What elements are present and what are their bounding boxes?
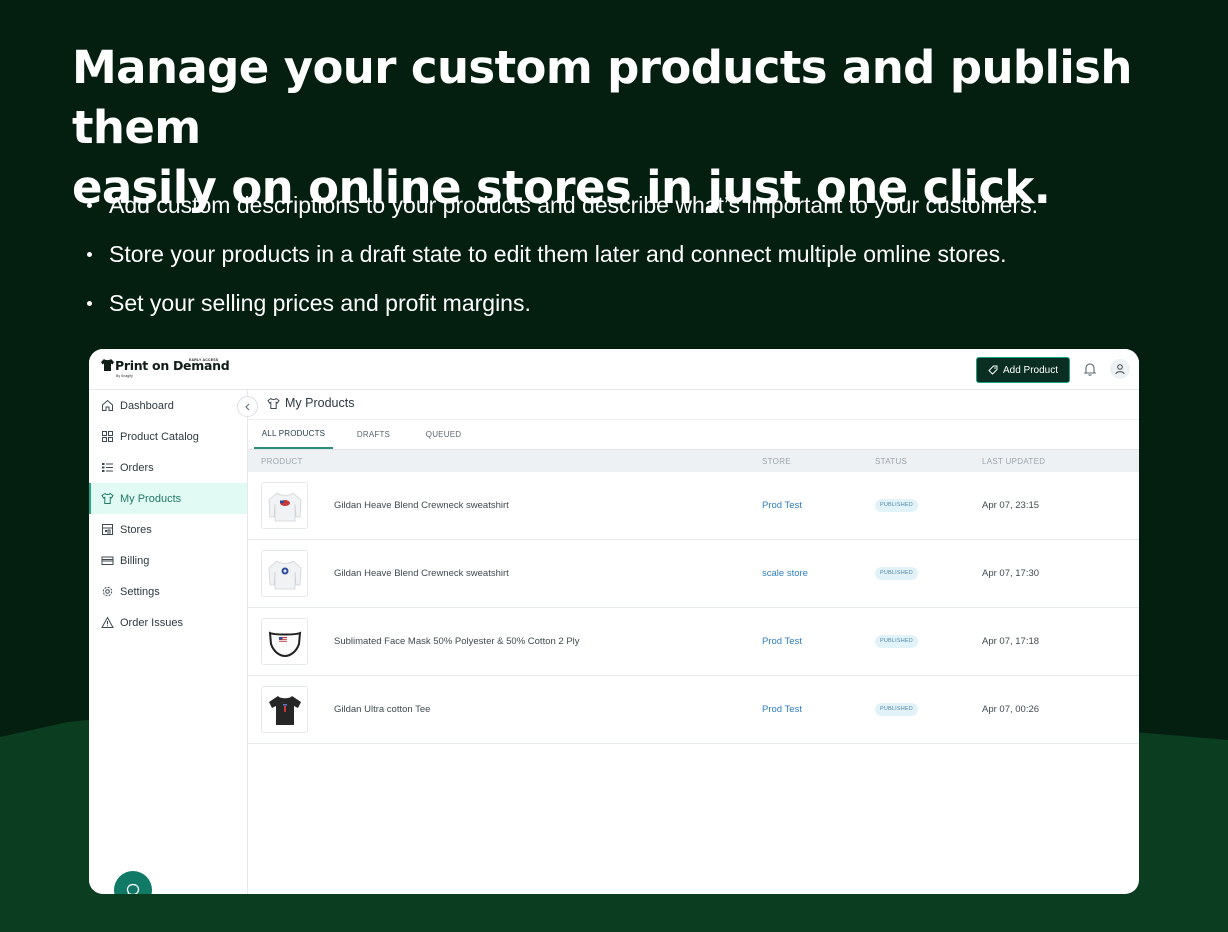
status-badge: PUBLISHED bbox=[875, 703, 918, 716]
product-name[interactable]: Sublimated Face Mask 50% Polyester & 50%… bbox=[334, 608, 580, 676]
card-icon bbox=[101, 556, 114, 565]
bullet-icon bbox=[87, 203, 92, 208]
tshirt-icon bbox=[267, 397, 280, 409]
sidebar-item-label: Order Issues bbox=[120, 616, 183, 629]
chevron-left-icon bbox=[244, 403, 249, 410]
store-link[interactable]: Prod Test bbox=[762, 608, 802, 676]
shirt-logo-icon bbox=[101, 359, 114, 371]
page-title: My Products bbox=[267, 396, 354, 410]
tab-bar: ALL PRODUCTS DRAFTS QUEUED bbox=[248, 420, 1139, 449]
collapse-sidebar-button[interactable] bbox=[237, 396, 258, 417]
sidebar-item-settings[interactable]: Settings bbox=[89, 576, 247, 607]
feature-text: Add custom descriptions to your products… bbox=[109, 192, 1038, 218]
feature-text: Store your products in a draft state to … bbox=[109, 241, 1007, 267]
feature-item: Add custom descriptions to your products… bbox=[86, 181, 1038, 230]
tab-drafts[interactable]: DRAFTS bbox=[351, 420, 396, 449]
sidebar-item-label: Billing bbox=[120, 554, 150, 567]
sidebar-item-orders[interactable]: Orders bbox=[89, 452, 247, 483]
add-product-button[interactable]: Add Product bbox=[976, 357, 1070, 383]
tag-icon bbox=[988, 365, 998, 375]
feature-text: Set your selling prices and profit margi… bbox=[109, 290, 531, 316]
feature-item: Store your products in a draft state to … bbox=[86, 230, 1038, 279]
sidebar-item-label: Product Catalog bbox=[120, 430, 199, 443]
column-header-status[interactable]: STATUS bbox=[875, 450, 907, 473]
user-icon bbox=[1115, 364, 1125, 375]
feature-list: Add custom descriptions to your products… bbox=[86, 181, 1038, 328]
grid-icon bbox=[102, 431, 113, 442]
chat-icon bbox=[126, 883, 140, 894]
last-updated: Apr 07, 17:18 bbox=[982, 636, 1040, 647]
tab-all-products[interactable]: ALL PRODUCTS bbox=[254, 420, 333, 449]
column-header-last-updated[interactable]: LAST UPDATED bbox=[982, 450, 1045, 473]
sidebar-item-product-catalog[interactable]: Product Catalog bbox=[89, 421, 247, 452]
sidebar: Dashboard Product Catalog Orders My Prod… bbox=[89, 390, 248, 894]
brand-byline: By Snagify bbox=[116, 374, 133, 378]
column-header-product[interactable]: PRODUCT bbox=[261, 450, 303, 473]
brand-logo[interactable]: Print on Demand EARLY ACCESS By Snagify bbox=[100, 358, 230, 378]
early-access-badge: EARLY ACCESS bbox=[189, 358, 219, 362]
main-content: My Products ALL PRODUCTS DRAFTS QUEUED P… bbox=[248, 390, 1139, 894]
list-icon bbox=[102, 463, 113, 472]
store-link[interactable]: Prod Test bbox=[762, 676, 802, 744]
top-bar: Print on Demand EARLY ACCESS By Snagify … bbox=[89, 349, 1139, 390]
sweatshirt-icon bbox=[268, 491, 301, 521]
product-thumbnail[interactable] bbox=[261, 618, 308, 665]
status-badge: PUBLISHED bbox=[875, 499, 918, 512]
add-product-label: Add Product bbox=[1002, 364, 1059, 376]
column-header-store[interactable]: STORE bbox=[762, 450, 791, 473]
sidebar-item-label: Orders bbox=[120, 461, 154, 474]
chat-support-button[interactable] bbox=[114, 871, 152, 894]
sidebar-item-label: Dashboard bbox=[120, 399, 174, 412]
product-name[interactable]: Gildan Ultra cotton Tee bbox=[334, 676, 430, 744]
store-icon bbox=[102, 524, 113, 535]
sidebar-item-order-issues[interactable]: Order Issues bbox=[89, 607, 247, 638]
warning-icon bbox=[101, 616, 114, 628]
status-badge: PUBLISHED bbox=[875, 567, 918, 580]
sidebar-item-label: Settings bbox=[120, 585, 160, 598]
feature-item: Set your selling prices and profit margi… bbox=[86, 279, 1038, 328]
product-thumbnail[interactable] bbox=[261, 550, 308, 597]
table-row[interactable]: Gildan Ultra cotton Tee Prod Test PUBLIS… bbox=[248, 676, 1139, 744]
sidebar-item-my-products[interactable]: My Products bbox=[89, 483, 247, 514]
product-thumbnail[interactable] bbox=[261, 482, 308, 529]
status-badge: PUBLISHED bbox=[875, 635, 918, 648]
tab-queued[interactable]: QUEUED bbox=[421, 420, 466, 449]
face-mask-icon bbox=[268, 630, 301, 657]
last-updated: Apr 07, 17:30 bbox=[982, 568, 1040, 579]
store-link[interactable]: scale store bbox=[762, 540, 808, 608]
user-avatar[interactable] bbox=[1110, 359, 1130, 379]
table-row[interactable]: Sublimated Face Mask 50% Polyester & 50%… bbox=[248, 608, 1139, 676]
table-header: PRODUCT STORE STATUS LAST UPDATED bbox=[248, 449, 1139, 472]
home-icon bbox=[102, 399, 113, 411]
hero-title-line-1: Manage your custom products and publish … bbox=[72, 41, 1132, 154]
sidebar-item-dashboard[interactable]: Dashboard bbox=[89, 390, 247, 421]
tshirt-icon bbox=[268, 695, 301, 725]
product-name[interactable]: Gildan Heave Blend Crewneck sweatshirt bbox=[334, 540, 509, 608]
page-title-text: My Products bbox=[285, 396, 355, 410]
sidebar-item-stores[interactable]: Stores bbox=[89, 514, 247, 545]
product-thumbnail[interactable] bbox=[261, 686, 308, 733]
bullet-icon bbox=[87, 301, 92, 306]
bell-icon[interactable] bbox=[1082, 361, 1098, 377]
last-updated: Apr 07, 23:15 bbox=[982, 500, 1040, 511]
product-name[interactable]: Gildan Heave Blend Crewneck sweatshirt bbox=[334, 472, 509, 540]
sidebar-item-label: Stores bbox=[120, 523, 152, 536]
bullet-icon bbox=[87, 252, 92, 257]
table-row[interactable]: Gildan Heave Blend Crewneck sweatshirt s… bbox=[248, 540, 1139, 608]
tshirt-icon bbox=[101, 492, 114, 504]
table-row[interactable]: Gildan Heave Blend Crewneck sweatshirt P… bbox=[248, 472, 1139, 540]
app-window: Print on Demand EARLY ACCESS By Snagify … bbox=[89, 349, 1139, 894]
gear-icon bbox=[102, 586, 113, 597]
sidebar-item-label: My Products bbox=[120, 492, 182, 505]
last-updated: Apr 07, 00:26 bbox=[982, 704, 1040, 715]
store-link[interactable]: Prod Test bbox=[762, 472, 802, 540]
sidebar-item-billing[interactable]: Billing bbox=[89, 545, 247, 576]
sweatshirt-icon bbox=[268, 559, 301, 589]
